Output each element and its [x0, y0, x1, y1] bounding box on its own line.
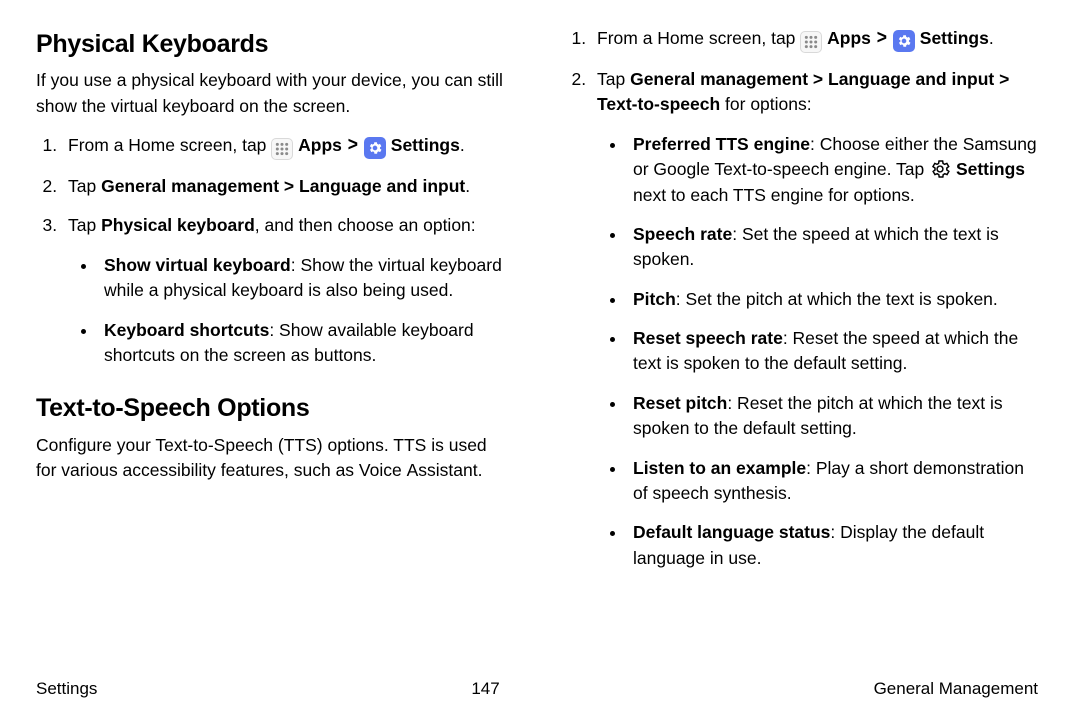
left-column: Physical Keyboards If you use a physical… — [36, 26, 509, 671]
page-footer: Settings 147 General Management — [36, 677, 1038, 702]
option-name: Show virtual keyboard — [104, 255, 291, 275]
apps-icon — [271, 138, 293, 160]
option-name: Listen to an example — [633, 458, 806, 478]
text: , and then choose an option: — [255, 215, 476, 235]
text: . — [989, 28, 994, 48]
text: . — [460, 135, 465, 155]
apps-label: Apps — [827, 28, 871, 48]
list-item: Listen to an example: Play a short demon… — [627, 456, 1038, 507]
list-item: Reset speech rate: Reset the speed at wh… — [627, 326, 1038, 377]
settings-icon — [893, 30, 915, 52]
list-item: Show virtual keyboard: Show the virtual … — [98, 253, 509, 304]
option-name: Reset speech rate — [633, 328, 783, 348]
step-3: Tap Physical keyboard, and then choose a… — [62, 213, 509, 368]
list-item: Keyboard shortcuts: Show available keybo… — [98, 318, 509, 369]
settings-label: Settings — [391, 135, 460, 155]
option-desc: : Set the pitch at which the text is spo… — [676, 289, 998, 309]
right-column: From a Home screen, tap Apps > Settings.… — [565, 26, 1038, 671]
list-item: Preferred TTS engine: Choose either the … — [627, 132, 1038, 208]
list-item: Pitch: Set the pitch at which the text i… — [627, 287, 1038, 312]
step-2: Tap General management > Language and in… — [62, 174, 509, 199]
text: for options: — [720, 94, 811, 114]
step-1: From a Home screen, tap Apps > Settings. — [62, 133, 509, 160]
text: From a Home screen, tap — [68, 135, 271, 155]
list-item: Default language status: Display the def… — [627, 520, 1038, 571]
page-content: Physical Keyboards If you use a physical… — [36, 26, 1038, 671]
settings-outline-icon — [929, 158, 951, 180]
text: Tap — [68, 215, 101, 235]
page-number: 147 — [471, 677, 499, 702]
apps-icon — [800, 31, 822, 53]
list-item: Speech rate: Set the speed at which the … — [627, 222, 1038, 273]
heading-physical-keyboards: Physical Keyboards — [36, 26, 509, 62]
option-name: Pitch — [633, 289, 676, 309]
option-desc: next to each TTS engine for options. — [633, 185, 915, 205]
options-list: Show virtual keyboard: Show the virtual … — [68, 253, 509, 369]
settings-label: Settings — [956, 159, 1025, 179]
intro-physical-keyboards: If you use a physical keyboard with your… — [36, 68, 509, 119]
settings-label: Settings — [920, 28, 989, 48]
chevron-icon: > — [877, 24, 887, 52]
intro-tts-options: Configure your Text-to-Speech (TTS) opti… — [36, 433, 509, 484]
option-name: Reset pitch — [633, 393, 727, 413]
option-name: Keyboard shortcuts — [104, 320, 269, 340]
settings-icon — [364, 137, 386, 159]
text: Tap — [68, 176, 101, 196]
text: Tap — [597, 69, 630, 89]
text: From a Home screen, tap — [597, 28, 800, 48]
option-name: Preferred TTS engine — [633, 134, 810, 154]
step-2: Tap General management > Language and in… — [591, 67, 1038, 571]
steps-tts: From a Home screen, tap Apps > Settings.… — [565, 26, 1038, 571]
text: . — [465, 176, 470, 196]
footer-left: Settings — [36, 677, 97, 702]
step-1: From a Home screen, tap Apps > Settings. — [591, 26, 1038, 53]
steps-physical-keyboards: From a Home screen, tap Apps > Settings.… — [36, 133, 509, 368]
list-item: Reset pitch: Reset the pitch at which th… — [627, 391, 1038, 442]
bold-path: Physical keyboard — [101, 215, 255, 235]
apps-label: Apps — [298, 135, 342, 155]
option-name: Default language status — [633, 522, 830, 542]
chevron-icon: > — [348, 131, 358, 159]
footer-right: General Management — [874, 677, 1038, 702]
tts-options-list: Preferred TTS engine: Choose either the … — [597, 132, 1038, 571]
option-name: Speech rate — [633, 224, 732, 244]
heading-tts-options: Text-to-Speech Options — [36, 390, 509, 426]
bold-path: General management > Language and input — [101, 176, 465, 196]
